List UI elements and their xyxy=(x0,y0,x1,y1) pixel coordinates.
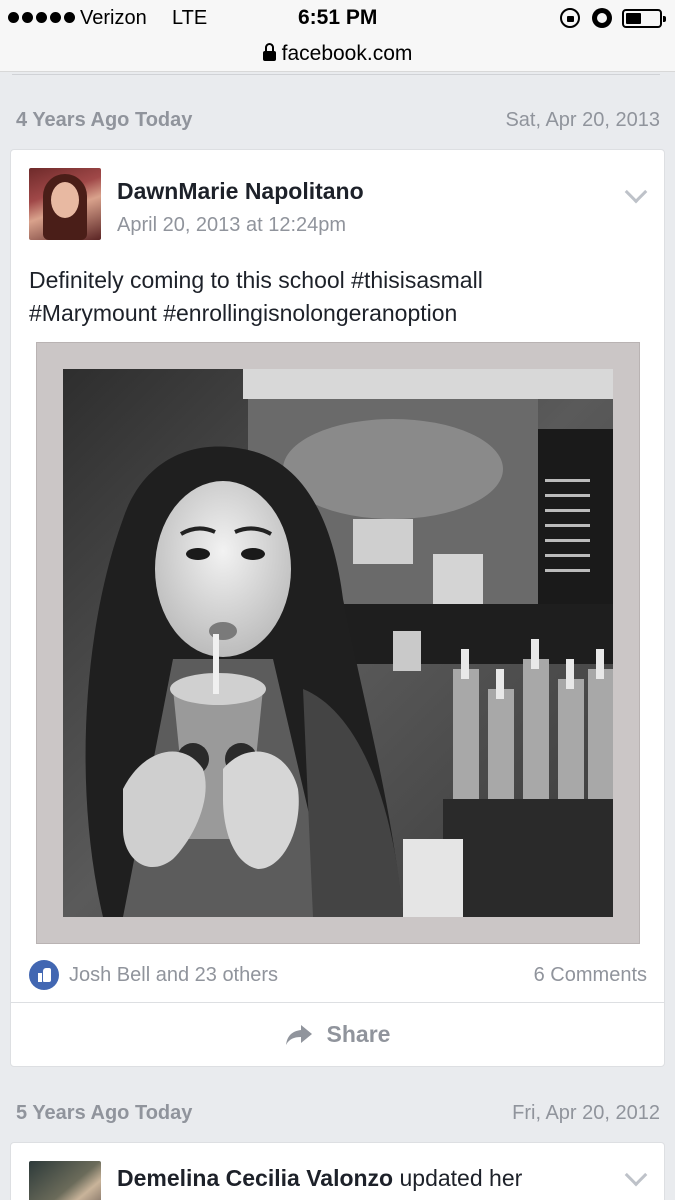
post-header-text: Demelina Cecilia Valonzo updated her xyxy=(117,1165,522,1192)
memory-label: 5 Years Ago Today xyxy=(16,1101,193,1124)
rotation-lock-icon xyxy=(560,8,580,28)
clock: 6:51 PM xyxy=(298,6,378,29)
share-label: Share xyxy=(326,1021,391,1047)
memory-label: 4 Years Ago Today xyxy=(16,108,193,131)
likes-summary[interactable]: Josh Bell and 23 others xyxy=(29,960,278,990)
avatar[interactable] xyxy=(29,1161,101,1200)
divider xyxy=(12,74,660,75)
post-card: Demelina Cecilia Valonzo updated her xyxy=(10,1142,665,1200)
memory-date: Fri, Apr 20, 2012 xyxy=(512,1101,660,1124)
post-card: DawnMarie Napolitano April 20, 2013 at 1… xyxy=(10,149,665,1067)
address-bar[interactable]: facebook.com xyxy=(0,36,675,72)
battery-icon xyxy=(622,9,666,28)
post-photo-frame[interactable] xyxy=(36,342,640,944)
post-timestamp[interactable]: April 20, 2013 at 12:24pm xyxy=(117,214,346,237)
reactions-row: Josh Bell and 23 others 6 Comments xyxy=(29,958,647,992)
likes-text[interactable]: Josh Bell and 23 others xyxy=(69,964,278,987)
chevron-down-icon[interactable] xyxy=(624,1163,648,1187)
memory-date: Sat, Apr 20, 2013 xyxy=(505,108,660,131)
network-type: LTE xyxy=(172,7,208,29)
share-button[interactable]: Share xyxy=(11,1003,664,1066)
comments-count[interactable]: 6 Comments xyxy=(534,964,647,987)
post-text: Definitely coming to this school #thisis… xyxy=(29,264,649,330)
alarm-icon xyxy=(592,8,612,28)
signal-strength-icon xyxy=(8,12,75,23)
memory-header: 4 Years Ago Today Sat, Apr 20, 2013 xyxy=(16,105,660,135)
carrier-name: Verizon xyxy=(80,7,147,29)
chevron-down-icon[interactable] xyxy=(624,180,648,204)
post-author[interactable]: DawnMarie Napolitano xyxy=(117,178,364,205)
share-arrow-icon xyxy=(285,1024,312,1045)
status-bar: Verizon LTE 6:51 PM xyxy=(0,0,675,36)
post-text-line: Definitely coming to this school #thisis… xyxy=(29,267,483,293)
post-author[interactable]: Demelina Cecilia Valonzo xyxy=(117,1165,393,1191)
post-photo[interactable] xyxy=(63,369,613,917)
padlock-icon xyxy=(262,42,276,63)
post-action: updated her xyxy=(399,1165,523,1191)
post-text-line: #Marymount #enrollingisnolongeranoption xyxy=(29,300,458,326)
avatar[interactable] xyxy=(29,168,101,240)
memory-header: 5 Years Ago Today Fri, Apr 20, 2012 xyxy=(16,1098,660,1128)
like-icon xyxy=(29,960,59,990)
url-text: facebook.com xyxy=(281,41,413,65)
